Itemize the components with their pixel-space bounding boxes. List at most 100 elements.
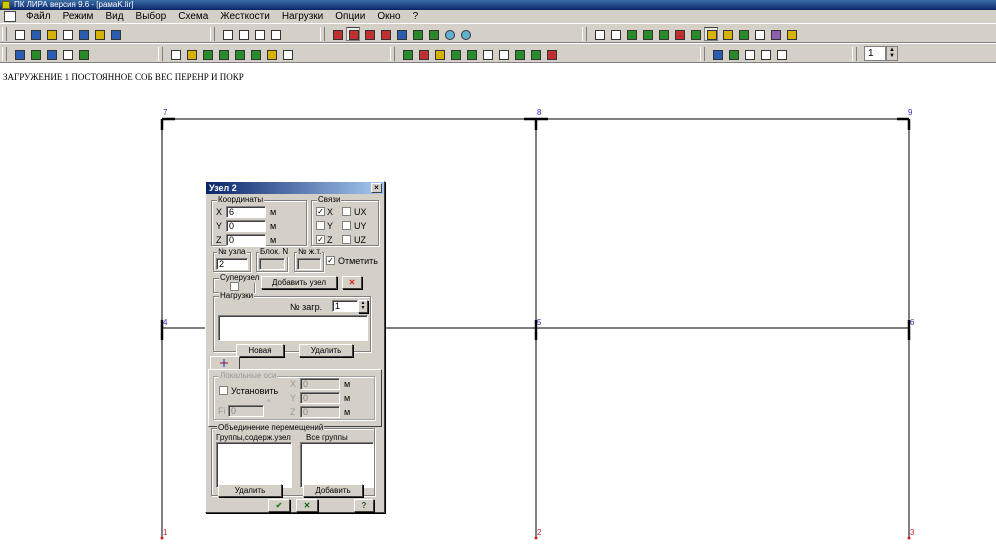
node-label-2[interactable]: 2 [537, 528, 541, 537]
local-z-input[interactable]: 0 [300, 406, 340, 418]
mark-checkbox[interactable]: ✓ [326, 256, 335, 265]
floor-icon[interactable] [28, 47, 42, 61]
delete-load-button[interactable]: Удалить [299, 344, 353, 357]
merge-add-button[interactable]: Добавить [303, 484, 363, 497]
undo-dropdown-icon[interactable] [236, 27, 250, 41]
node-label-7[interactable]: 7 [163, 108, 167, 117]
fragment-icon[interactable] [672, 27, 686, 41]
move-icon[interactable] [184, 47, 198, 61]
bulb-icon[interactable] [784, 27, 798, 41]
coord-y-input[interactable]: 0 [226, 220, 266, 232]
wrench-icon[interactable] [280, 47, 294, 61]
zoom-out-icon[interactable] [458, 27, 472, 41]
menu-window[interactable]: Окно [371, 10, 406, 23]
split-icon[interactable] [248, 47, 262, 61]
add-node-button[interactable]: Добавить узел [261, 276, 337, 289]
node-label-8[interactable]: 8 [537, 108, 541, 117]
load-number-spinner[interactable]: ▲ ▼ [358, 300, 368, 313]
layers-icon[interactable] [758, 47, 772, 61]
shell-icon[interactable] [76, 47, 90, 61]
node-label-6[interactable]: 6 [910, 318, 914, 327]
link-ux-checkbox[interactable] [342, 207, 351, 216]
beam-load-icon[interactable] [432, 47, 446, 61]
support-icon[interactable] [400, 47, 414, 61]
print-icon[interactable] [60, 27, 74, 41]
view-3d-icon[interactable] [710, 47, 724, 61]
menu-loads[interactable]: Нагрузки [276, 10, 329, 23]
block-number-input[interactable] [259, 258, 285, 270]
node-label-9[interactable]: 9 [908, 108, 912, 117]
zoom-fit-icon[interactable] [640, 27, 654, 41]
coord-z-input[interactable]: 0 [226, 234, 266, 246]
folder-icon[interactable] [44, 27, 58, 41]
menu-help[interactable]: ? [407, 10, 425, 23]
node-number-input[interactable]: 2 [216, 258, 248, 270]
local-axes-icon[interactable] [512, 47, 526, 61]
supernode-checkbox[interactable] [230, 282, 239, 291]
all-groups-list[interactable] [300, 442, 374, 488]
menu-select[interactable]: Выбор [130, 10, 173, 23]
column-icon[interactable] [60, 47, 74, 61]
eraser-icon[interactable] [768, 27, 782, 41]
link-x-checkbox[interactable]: ✓ [316, 207, 325, 216]
cut-icon[interactable] [168, 47, 182, 61]
set-axes-checkbox[interactable] [219, 386, 228, 395]
hinge-icon[interactable] [480, 47, 494, 61]
coord-x-input[interactable]: 6 [226, 206, 266, 218]
menu-stiffness[interactable]: Жесткости [214, 10, 275, 23]
fragment-view-icon[interactable] [774, 47, 788, 61]
undo-icon[interactable] [220, 27, 234, 41]
axes-xz-icon[interactable] [330, 27, 344, 41]
cube-icon[interactable] [726, 47, 740, 61]
cancel-button[interactable]: ✕ [296, 499, 318, 512]
ok-button[interactable]: ✔ [268, 499, 290, 512]
join-icon[interactable] [232, 47, 246, 61]
groups-with-node-list[interactable] [216, 442, 292, 488]
menu-scheme[interactable]: Схема [172, 10, 214, 23]
local-x-input[interactable]: 0 [300, 378, 340, 390]
preview-icon[interactable] [76, 27, 90, 41]
loads-list[interactable] [218, 315, 368, 341]
rigid-insert-icon[interactable] [496, 47, 510, 61]
table-icon[interactable] [544, 47, 558, 61]
isometric-icon[interactable] [378, 27, 392, 41]
query-icon[interactable] [752, 27, 766, 41]
projection-icon[interactable] [410, 27, 424, 41]
mirror-icon[interactable] [216, 47, 230, 61]
close-icon[interactable]: × [371, 183, 382, 193]
elastic-base-icon[interactable] [528, 47, 542, 61]
brick-icon[interactable] [736, 27, 750, 41]
zoom-all-icon[interactable] [656, 27, 670, 41]
link-z-checkbox[interactable]: ✓ [316, 235, 325, 244]
redo-icon[interactable] [252, 27, 266, 41]
axes-xy-icon[interactable] [346, 27, 360, 41]
grid-icon[interactable] [44, 47, 58, 61]
menu-file[interactable]: Файл [20, 10, 57, 23]
link-uz-checkbox[interactable] [342, 235, 351, 244]
tab-local-axes[interactable] [210, 356, 240, 369]
node-label-1[interactable]: 1 [163, 528, 167, 537]
fi-input[interactable]: 0 [228, 405, 264, 417]
delete-node-icon[interactable]: ✕ [342, 276, 362, 289]
help-button[interactable]: ? [354, 499, 374, 512]
filter-icon[interactable] [592, 27, 606, 41]
export-icon[interactable] [92, 27, 106, 41]
flag-icon[interactable] [742, 47, 756, 61]
link-uy-checkbox[interactable] [342, 221, 351, 230]
load-number-input[interactable]: 1 [332, 300, 358, 312]
model-icon[interactable] [12, 47, 26, 61]
open-file-icon[interactable] [12, 27, 26, 41]
document-icon[interactable] [4, 11, 16, 22]
redo-dropdown-icon[interactable] [268, 27, 282, 41]
zoom-in-icon[interactable] [442, 27, 456, 41]
rigid-body-input[interactable] [297, 258, 321, 270]
load-case-input[interactable]: 1 [864, 46, 886, 61]
select-pointer-icon[interactable] [704, 27, 718, 41]
node-label-4[interactable]: 4 [163, 318, 167, 327]
save-file-icon[interactable] [28, 27, 42, 41]
merge-delete-button[interactable]: Удалить [218, 484, 282, 497]
zoom-window-icon[interactable] [624, 27, 638, 41]
star-icon[interactable] [720, 27, 734, 41]
pack-icon[interactable] [264, 47, 278, 61]
menu-mode[interactable]: Режим [57, 10, 100, 23]
